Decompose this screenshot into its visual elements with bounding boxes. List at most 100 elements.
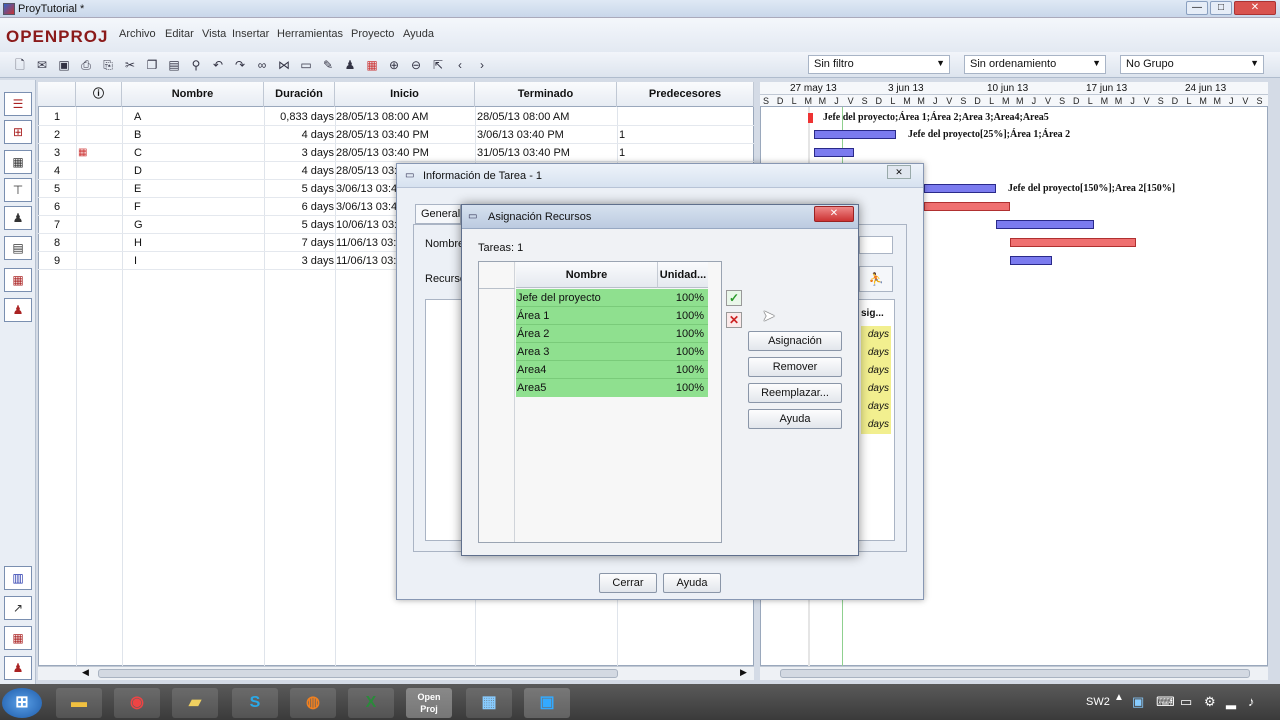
resource-row[interactable]: Área 2 100%: [516, 325, 708, 343]
gantt-bar[interactable]: [924, 184, 996, 193]
histogram-icon[interactable]: ▥: [4, 566, 32, 590]
scroll-right-icon[interactable]: ▶: [740, 667, 747, 678]
gantt-horizontal-scrollbar[interactable]: [760, 666, 1268, 680]
firefox-icon[interactable]: ◍: [290, 688, 336, 718]
tray-display-icon[interactable]: ▭: [1180, 694, 1192, 710]
header-predecesores[interactable]: Predecesores: [617, 82, 754, 107]
network-icon[interactable]: ▦: [466, 688, 512, 718]
resource-row[interactable]: Jefe del proyecto 100%: [516, 289, 708, 307]
find-icon[interactable]: ⚲: [188, 57, 204, 73]
resource-row[interactable]: Area4 100%: [516, 361, 708, 379]
menu-proyecto[interactable]: Proyecto: [351, 28, 394, 40]
new-icon[interactable]: 🗋: [12, 57, 28, 73]
link-icon[interactable]: ∞: [254, 57, 270, 73]
gantt-bar[interactable]: [924, 202, 1010, 211]
resource-usage-icon[interactable]: ♟: [4, 298, 32, 322]
menu-editar[interactable]: Editar: [165, 28, 194, 40]
help-button[interactable]: Ayuda: [663, 573, 721, 593]
header-nombre[interactable]: Nombre: [516, 262, 658, 288]
tray-device-icon[interactable]: ⚙: [1204, 694, 1216, 710]
remove-button[interactable]: Remover: [748, 357, 842, 377]
close-button[interactable]: Cerrar: [599, 573, 657, 593]
calendar-icon[interactable]: ▦: [364, 57, 380, 73]
rbs-view-icon[interactable]: ♟: [4, 206, 32, 230]
openproj-taskbar-icon[interactable]: Open Proj: [406, 688, 452, 718]
dialog-close-button[interactable]: ✕: [814, 206, 854, 222]
excel-icon[interactable]: X: [348, 688, 394, 718]
menu-insertar[interactable]: Insertar: [232, 28, 269, 40]
task-info-icon[interactable]: ▭: [298, 57, 314, 73]
network-view-icon[interactable]: ⊞: [4, 120, 32, 144]
menu-archivo[interactable]: Archivo: [119, 28, 156, 40]
assign-button[interactable]: Asignación: [748, 331, 842, 351]
undo-icon[interactable]: ↶: [210, 57, 226, 73]
tray-volume-icon[interactable]: ♪: [1248, 694, 1255, 709]
resource-row[interactable]: Área 1 100%: [516, 307, 708, 325]
tray-expand-icon[interactable]: ▲: [1114, 692, 1124, 703]
cut-icon[interactable]: ✂: [122, 57, 138, 73]
group-select[interactable]: No Grupo ▼: [1120, 55, 1264, 74]
resource-row[interactable]: Area 3 100%: [516, 343, 708, 361]
header-terminado[interactable]: Terminado: [475, 82, 617, 107]
scroll-left-icon[interactable]: ◀: [82, 667, 89, 678]
gantt-bar[interactable]: [1010, 256, 1052, 265]
milestone-marker[interactable]: [808, 113, 813, 123]
menu-vista[interactable]: Vista: [202, 28, 226, 40]
previous-icon[interactable]: ‹: [452, 57, 468, 73]
delete-icon[interactable]: ✕: [726, 312, 742, 328]
header-unidad[interactable]: Unidad...: [658, 262, 708, 288]
gantt-bar[interactable]: [814, 148, 854, 157]
sort-select[interactable]: Sin ordenamiento ▼: [964, 55, 1106, 74]
unlink-icon[interactable]: ⋈: [276, 57, 292, 73]
scrollbar-thumb[interactable]: [98, 669, 618, 678]
screen-recorder-icon[interactable]: ▣: [524, 688, 570, 718]
next-icon[interactable]: ›: [474, 57, 490, 73]
header-duracion[interactable]: Duración: [264, 82, 335, 107]
checkmark-icon[interactable]: ✓: [726, 290, 742, 306]
resource-usage-detail-icon[interactable]: ♟: [4, 656, 32, 680]
chrome-icon[interactable]: ◉: [114, 688, 160, 718]
tray-keyboard-icon[interactable]: ⌨: [1156, 694, 1175, 710]
task-usage-icon[interactable]: ▦: [4, 268, 32, 292]
tray-language[interactable]: SW2: [1086, 696, 1110, 708]
gantt-bar[interactable]: [814, 130, 896, 139]
table-row[interactable]: 1 A 0,833 days 28/05/13 08:00 AM 28/05/1…: [38, 108, 754, 126]
table-horizontal-scrollbar[interactable]: ◀ ▶: [38, 666, 754, 680]
task-usage-detail-icon[interactable]: ▦: [4, 626, 32, 650]
table-row[interactable]: 2 B 4 days 28/05/13 03:40 PM 3/06/13 03:…: [38, 126, 754, 144]
scroll-to-task-icon[interactable]: ⇱: [430, 57, 446, 73]
minimize-button[interactable]: —: [1186, 1, 1208, 15]
gantt-view-icon[interactable]: ☰: [4, 92, 32, 116]
report-view-icon[interactable]: ▤: [4, 236, 32, 260]
tray-signal-icon[interactable]: ▂: [1226, 694, 1236, 710]
print-icon[interactable]: ⎙: [78, 57, 94, 73]
redo-icon[interactable]: ↷: [232, 57, 248, 73]
header-inicio[interactable]: Inicio: [335, 82, 475, 107]
zoom-in-icon[interactable]: ⊕: [386, 57, 402, 73]
save-icon[interactable]: ▣: [56, 57, 72, 73]
gantt-bar[interactable]: [1010, 238, 1136, 247]
wbs-view-icon[interactable]: ⊤: [4, 178, 32, 202]
zoom-out-icon[interactable]: ⊖: [408, 57, 424, 73]
resource-row[interactable]: Area5 100%: [516, 379, 708, 397]
tray-app-icon[interactable]: ▣: [1132, 694, 1144, 710]
print-preview-icon[interactable]: ⎘: [100, 57, 116, 73]
dialog-close-button[interactable]: ✕: [887, 165, 911, 179]
resources-view-icon[interactable]: ▦: [4, 150, 32, 174]
help-button[interactable]: Ayuda: [748, 409, 842, 429]
assign-resources-icon[interactable]: ♟: [342, 57, 358, 73]
close-window-button[interactable]: ✕: [1234, 1, 1276, 15]
replace-button[interactable]: Reemplazar...: [748, 383, 842, 403]
tab-general[interactable]: General: [415, 204, 461, 224]
maximize-button[interactable]: □: [1210, 1, 1232, 15]
start-button-icon[interactable]: ⊞: [2, 688, 42, 718]
filter-select[interactable]: Sin filtro ▼: [808, 55, 950, 74]
menu-herramientas[interactable]: Herramientas: [277, 28, 343, 40]
charts-icon[interactable]: ↗: [4, 596, 32, 620]
assign-resources-icon[interactable]: ⛹: [859, 266, 893, 292]
skype-icon[interactable]: S: [232, 688, 278, 718]
header-nombre[interactable]: Nombre: [122, 82, 264, 107]
scrollbar-thumb[interactable]: [780, 669, 1250, 678]
gantt-bar[interactable]: [996, 220, 1094, 229]
copy-icon[interactable]: ❐: [144, 57, 160, 73]
